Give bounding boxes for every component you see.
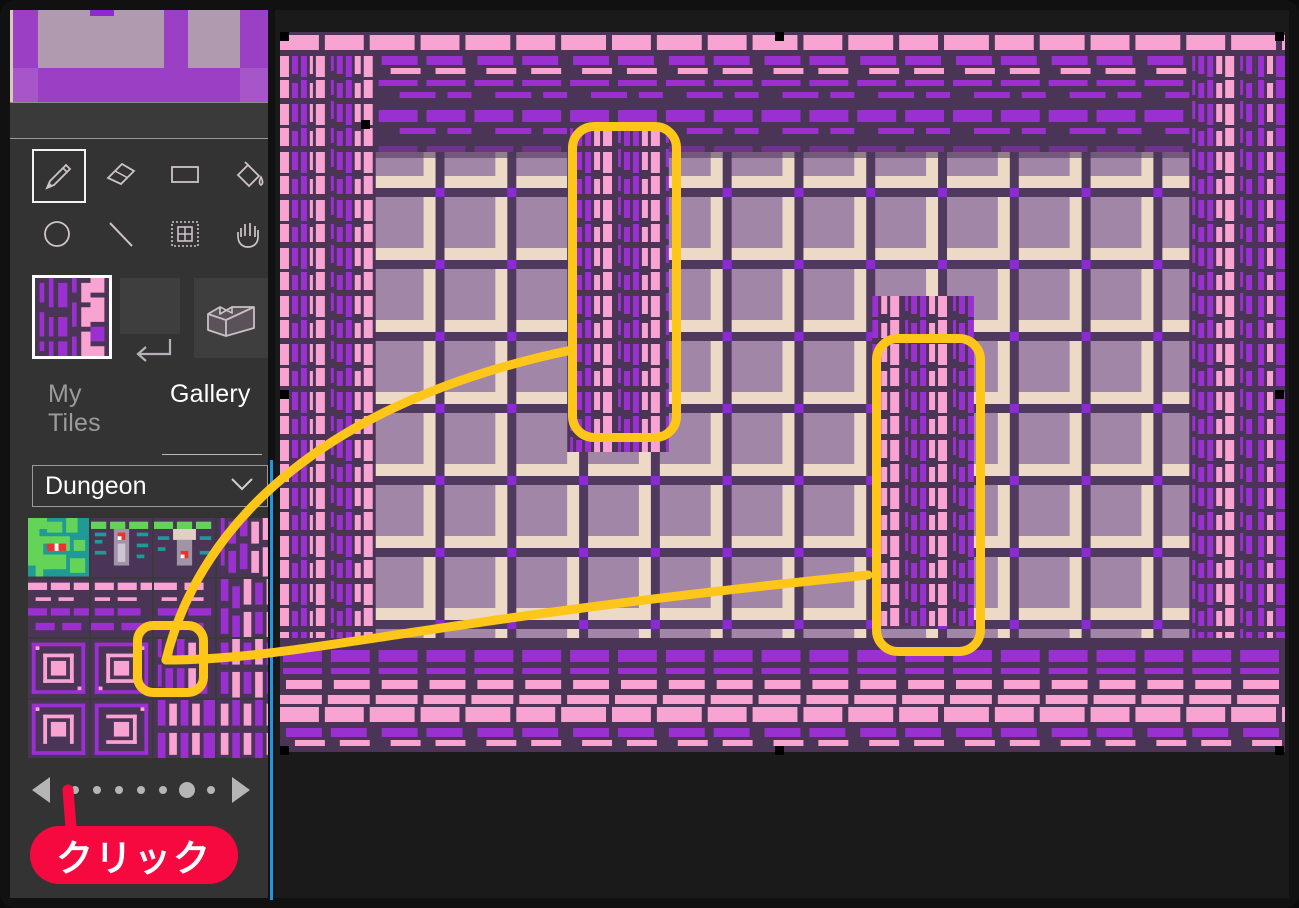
pagination-next-button[interactable] bbox=[232, 777, 250, 803]
pagination-dot[interactable] bbox=[159, 786, 167, 794]
tab-my-tiles[interactable]: My Tiles bbox=[48, 380, 101, 438]
enter-return-icon bbox=[136, 339, 172, 362]
pagination-dot[interactable] bbox=[137, 786, 145, 794]
tab-my-tiles-line1: My bbox=[48, 380, 82, 408]
hand-icon bbox=[237, 223, 259, 248]
tile-art bbox=[91, 699, 152, 758]
grid-select-icon bbox=[171, 221, 199, 247]
tile-wall-vertical-1[interactable] bbox=[217, 518, 268, 577]
circle-icon bbox=[44, 221, 70, 247]
tab-my-tiles-line2: Tiles bbox=[48, 409, 101, 437]
tile-art bbox=[217, 518, 268, 577]
tile-art bbox=[217, 699, 268, 758]
pencil-icon bbox=[45, 163, 72, 190]
pagination-dot-active[interactable] bbox=[179, 782, 195, 798]
selection-handle[interactable] bbox=[280, 746, 289, 755]
highlight-canvas-pillar-upper bbox=[568, 122, 681, 442]
selected-tile-slot[interactable] bbox=[32, 275, 112, 359]
tile-art bbox=[154, 518, 215, 577]
eraser-tool[interactable] bbox=[96, 149, 146, 199]
tile-brick-wall-1[interactable] bbox=[28, 578, 89, 637]
tile-pattern-maze-4[interactable] bbox=[91, 699, 152, 758]
highlight-canvas-pillar-lower bbox=[872, 334, 985, 656]
tile-art bbox=[154, 699, 215, 758]
enter-button[interactable] bbox=[128, 332, 178, 368]
line-tool[interactable] bbox=[96, 209, 146, 259]
pan-tool[interactable] bbox=[224, 209, 268, 259]
toolbar-divider bbox=[10, 138, 268, 139]
select-tool[interactable] bbox=[160, 209, 210, 259]
isometric-view-button[interactable] bbox=[194, 278, 268, 358]
tile-wall-vertical-2[interactable] bbox=[217, 578, 268, 637]
tileset-dropdown-label: Dungeon bbox=[45, 471, 147, 500]
selection-handle[interactable] bbox=[1275, 390, 1284, 399]
tile-statue-right[interactable] bbox=[154, 518, 215, 577]
selection-handle[interactable] bbox=[775, 746, 784, 755]
fill-tool[interactable] bbox=[224, 149, 268, 199]
tab-bar: My Tiles Gallery bbox=[10, 372, 268, 454]
tile-art bbox=[217, 578, 268, 637]
selection-handle[interactable] bbox=[1275, 32, 1284, 41]
empty-tile-slot[interactable] bbox=[120, 278, 180, 334]
gallery-pagination bbox=[32, 770, 268, 810]
selection-handle[interactable] bbox=[280, 390, 289, 399]
click-callout-badge: クリック bbox=[30, 826, 238, 884]
tile-pattern-maze-3[interactable] bbox=[28, 699, 89, 758]
tile-art bbox=[28, 639, 89, 698]
tile-art bbox=[28, 578, 89, 637]
rect-tool[interactable] bbox=[160, 149, 210, 199]
tab-active-underline bbox=[162, 454, 262, 455]
tab-gallery[interactable]: Gallery bbox=[170, 380, 251, 409]
selection-handle[interactable] bbox=[775, 32, 784, 41]
sidebar: My Tiles Gallery Dungeon bbox=[10, 10, 268, 898]
tile-foliage-mushroom[interactable] bbox=[28, 518, 89, 577]
sidebar-scrollbar[interactable] bbox=[270, 460, 273, 900]
pagination-prev-button[interactable] bbox=[32, 777, 50, 803]
tile-art bbox=[91, 518, 152, 577]
tile-art bbox=[28, 699, 89, 758]
highlight-gallery-tile bbox=[133, 621, 208, 697]
tile-wall-vertical-3[interactable] bbox=[217, 639, 268, 698]
app-window: My Tiles Gallery Dungeon クリック bbox=[0, 0, 1299, 908]
paint-bucket-icon bbox=[236, 161, 264, 188]
line-icon bbox=[109, 222, 133, 247]
preview-art bbox=[10, 10, 268, 102]
tile-wall-vertical-4[interactable] bbox=[154, 699, 215, 758]
pagination-dot[interactable] bbox=[71, 786, 79, 794]
selection-handle[interactable] bbox=[1275, 746, 1284, 755]
eraser-icon bbox=[106, 162, 136, 186]
toolbar-row-2 bbox=[10, 206, 268, 268]
tile-art bbox=[28, 518, 89, 577]
selection-handle[interactable] bbox=[361, 120, 370, 129]
tile-wall-vertical-5[interactable] bbox=[217, 699, 268, 758]
toolbar-row-1 bbox=[10, 146, 268, 208]
selected-tile-art bbox=[35, 278, 109, 356]
canvas-preview-thumbnail[interactable] bbox=[10, 10, 268, 102]
dungeon-room-artwork[interactable] bbox=[280, 32, 1285, 752]
selection-handle[interactable] bbox=[280, 32, 289, 41]
pencil-tool[interactable] bbox=[32, 149, 86, 203]
tile-pattern-maze-1[interactable] bbox=[28, 639, 89, 698]
click-callout-text: クリック bbox=[56, 838, 212, 879]
pagination-dot[interactable] bbox=[115, 786, 123, 794]
preview-toolbar-strip bbox=[10, 103, 268, 138]
pagination-dot[interactable] bbox=[93, 786, 101, 794]
tile-statue-left[interactable] bbox=[91, 518, 152, 577]
tab-gallery-label: Gallery bbox=[170, 380, 251, 408]
canvas-area[interactable] bbox=[275, 10, 1289, 898]
isometric-block-icon bbox=[207, 306, 255, 337]
chevron-down-icon bbox=[229, 476, 255, 497]
ellipse-tool[interactable] bbox=[32, 209, 82, 259]
pagination-dot[interactable] bbox=[207, 786, 215, 794]
tile-art bbox=[217, 639, 268, 698]
tileset-dropdown[interactable]: Dungeon bbox=[32, 465, 268, 507]
rectangle-icon bbox=[171, 166, 199, 183]
